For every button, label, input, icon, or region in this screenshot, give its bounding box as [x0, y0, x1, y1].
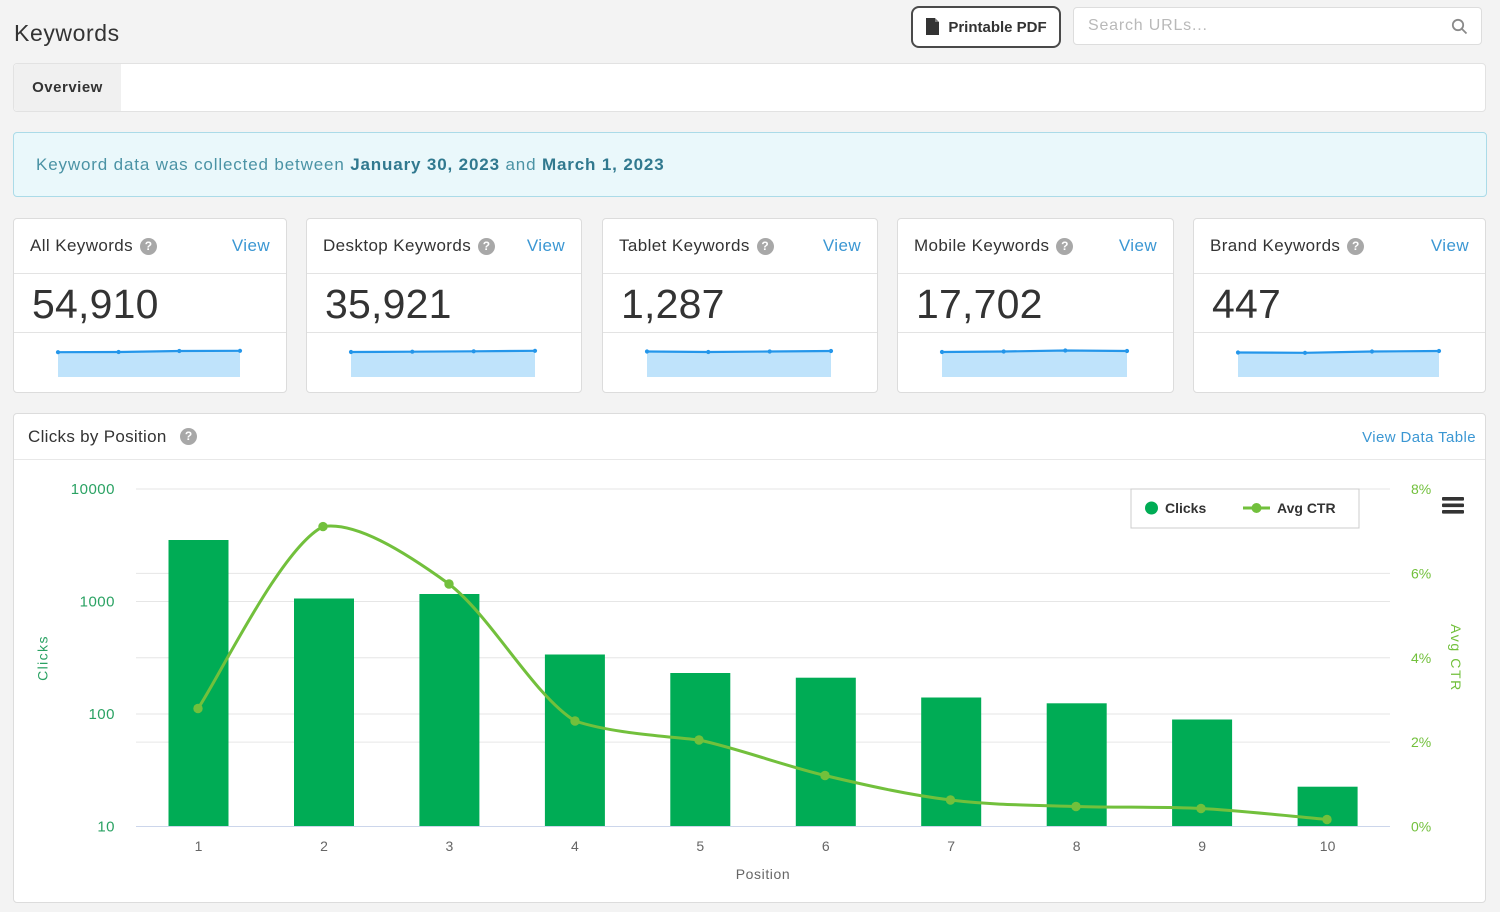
svg-text:Avg CTR: Avg CTR — [1277, 500, 1336, 516]
svg-text:Avg CTR: Avg CTR — [1448, 624, 1464, 692]
svg-text:Clicks: Clicks — [35, 635, 51, 681]
svg-text:7: 7 — [947, 838, 955, 854]
svg-text:0%: 0% — [1411, 819, 1431, 835]
svg-text:6%: 6% — [1411, 565, 1431, 581]
svg-text:6: 6 — [822, 838, 830, 854]
svg-text:8%: 8% — [1411, 481, 1431, 497]
svg-text:Position: Position — [736, 866, 791, 882]
svg-text:9: 9 — [1198, 838, 1206, 854]
svg-text:2%: 2% — [1411, 734, 1431, 750]
svg-text:3: 3 — [446, 838, 454, 854]
svg-text:4%: 4% — [1411, 650, 1431, 666]
svg-text:2: 2 — [320, 838, 328, 854]
svg-text:5: 5 — [696, 838, 704, 854]
svg-text:10: 10 — [97, 819, 115, 836]
svg-text:10: 10 — [1320, 838, 1336, 854]
svg-text:Clicks: Clicks — [1165, 500, 1206, 516]
svg-text:100: 100 — [88, 706, 115, 723]
svg-text:10000: 10000 — [71, 481, 115, 498]
svg-text:4: 4 — [571, 838, 579, 854]
svg-text:1000: 1000 — [80, 594, 115, 611]
svg-text:8: 8 — [1073, 838, 1081, 854]
svg-text:1: 1 — [195, 838, 203, 854]
